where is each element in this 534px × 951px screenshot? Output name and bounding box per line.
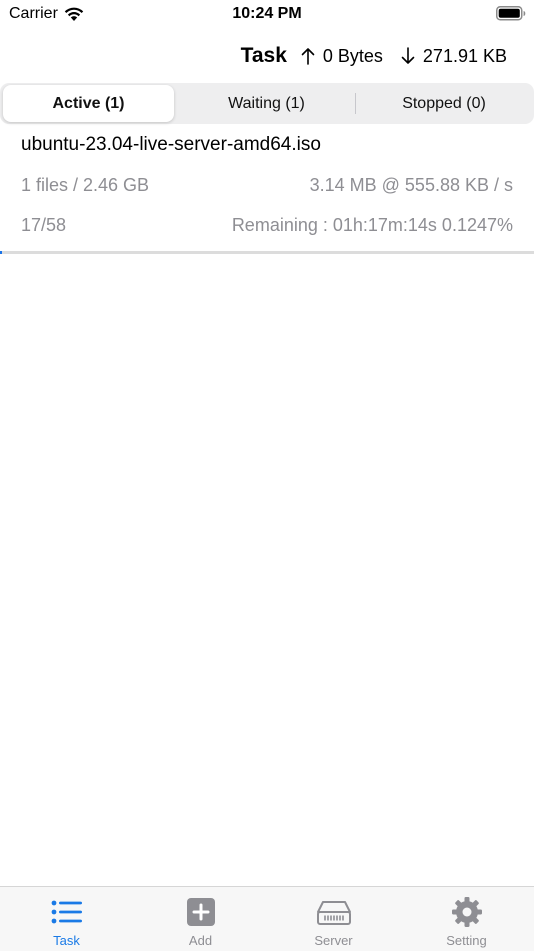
status-bar: Carrier 10:24 PM [0,0,534,28]
tab-setting[interactable]: Setting [400,887,533,951]
carrier-label: Carrier [9,5,58,22]
task-speed: 3.14 MB @ 555.88 KB / s [309,175,513,195]
battery-icon [496,6,526,21]
list-icon [51,896,83,928]
tab-server-label: Server [314,933,353,948]
task-name: ubuntu-23.04-live-server-amd64.iso [21,134,321,155]
upload-speed: 0 Bytes [322,45,383,66]
task-row[interactable]: ubuntu-23.04-live-server-amd64.iso 1 fil… [0,124,534,254]
tab-add[interactable]: Add [134,887,267,951]
tab-bar: Task Add Server Setting [0,886,534,951]
segment-stopped[interactable]: Stopped (0) [356,85,532,122]
carrier-indicator: Carrier [9,5,84,23]
segment-waiting[interactable]: Waiting (1) [178,85,355,122]
download-speed: 271.91 KB [422,45,507,66]
tab-add-label: Add [188,933,213,948]
download-arrow-icon [401,47,415,65]
task-remaining: Remaining : 01h:17m:14s 0.1247% [231,215,513,235]
segment-active[interactable]: Active (1) [3,85,174,122]
nav-bar: Task 0 Bytes 271.91 KB [0,36,534,76]
upload-arrow-icon [301,47,315,65]
tab-task[interactable]: Task [0,887,133,951]
task-progress-fill [0,251,2,254]
page-title: Task [240,44,287,67]
tab-setting-label: Setting [446,933,487,948]
task-pieces: 17/58 [21,215,67,235]
task-info-line: 1 files / 2.46 GB 3.14 MB @ 555.88 KB / … [21,175,513,196]
task-progress-bar [0,251,534,254]
task-files-size: 1 files / 2.46 GB [21,175,150,195]
tab-server[interactable]: Server [267,887,400,951]
plus-square-icon [186,896,215,928]
tab-task-label: Task [53,933,80,948]
wifi-icon [64,7,84,21]
gear-icon [451,896,483,928]
task-filter-segmented-control: Active (1) Waiting (1) Stopped (0) [0,83,534,124]
server-icon [316,896,352,928]
task-progress-line: 17/58 Remaining : 01h:17m:14s 0.1247% [21,215,513,236]
